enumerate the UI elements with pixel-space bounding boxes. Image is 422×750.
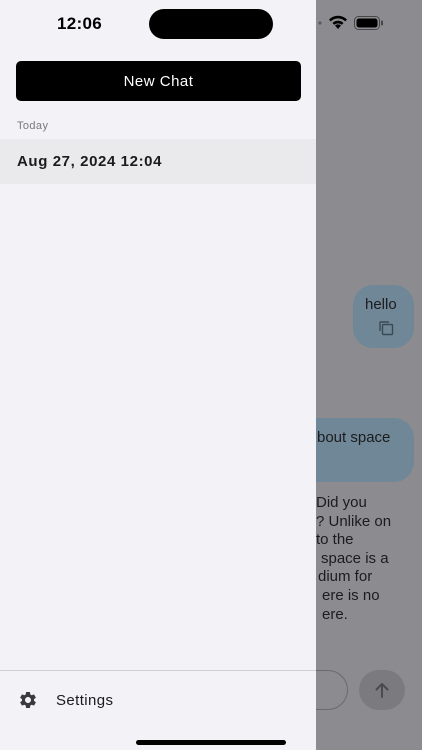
status-bar-right <box>300 12 422 36</box>
send-button[interactable] <box>359 670 405 710</box>
user-message-bubble: hello <box>353 285 414 348</box>
message-text: hello <box>365 296 397 313</box>
chat-history-item-label: Aug 27, 2024 12:04 <box>17 153 163 170</box>
divider <box>0 670 316 671</box>
section-label-today: Today <box>17 120 49 132</box>
settings-label: Settings <box>56 692 114 709</box>
battery-icon <box>354 16 383 30</box>
side-drawer: 12:06 New Chat Today Aug 27, 2024 12:04 … <box>0 0 316 750</box>
copy-icon[interactable] <box>378 320 394 336</box>
gear-icon <box>20 692 36 708</box>
wifi-icon <box>329 15 347 29</box>
dynamic-island <box>149 9 273 39</box>
chat-history-item[interactable]: Aug 27, 2024 12:04 <box>0 139 316 184</box>
arrow-up-icon <box>375 683 389 698</box>
settings-button[interactable]: Settings <box>0 680 316 720</box>
home-indicator[interactable] <box>136 740 286 745</box>
new-chat-button[interactable]: New Chat <box>16 61 301 101</box>
message-text: bout space <box>317 429 391 446</box>
status-time: 12:06 <box>57 14 102 33</box>
